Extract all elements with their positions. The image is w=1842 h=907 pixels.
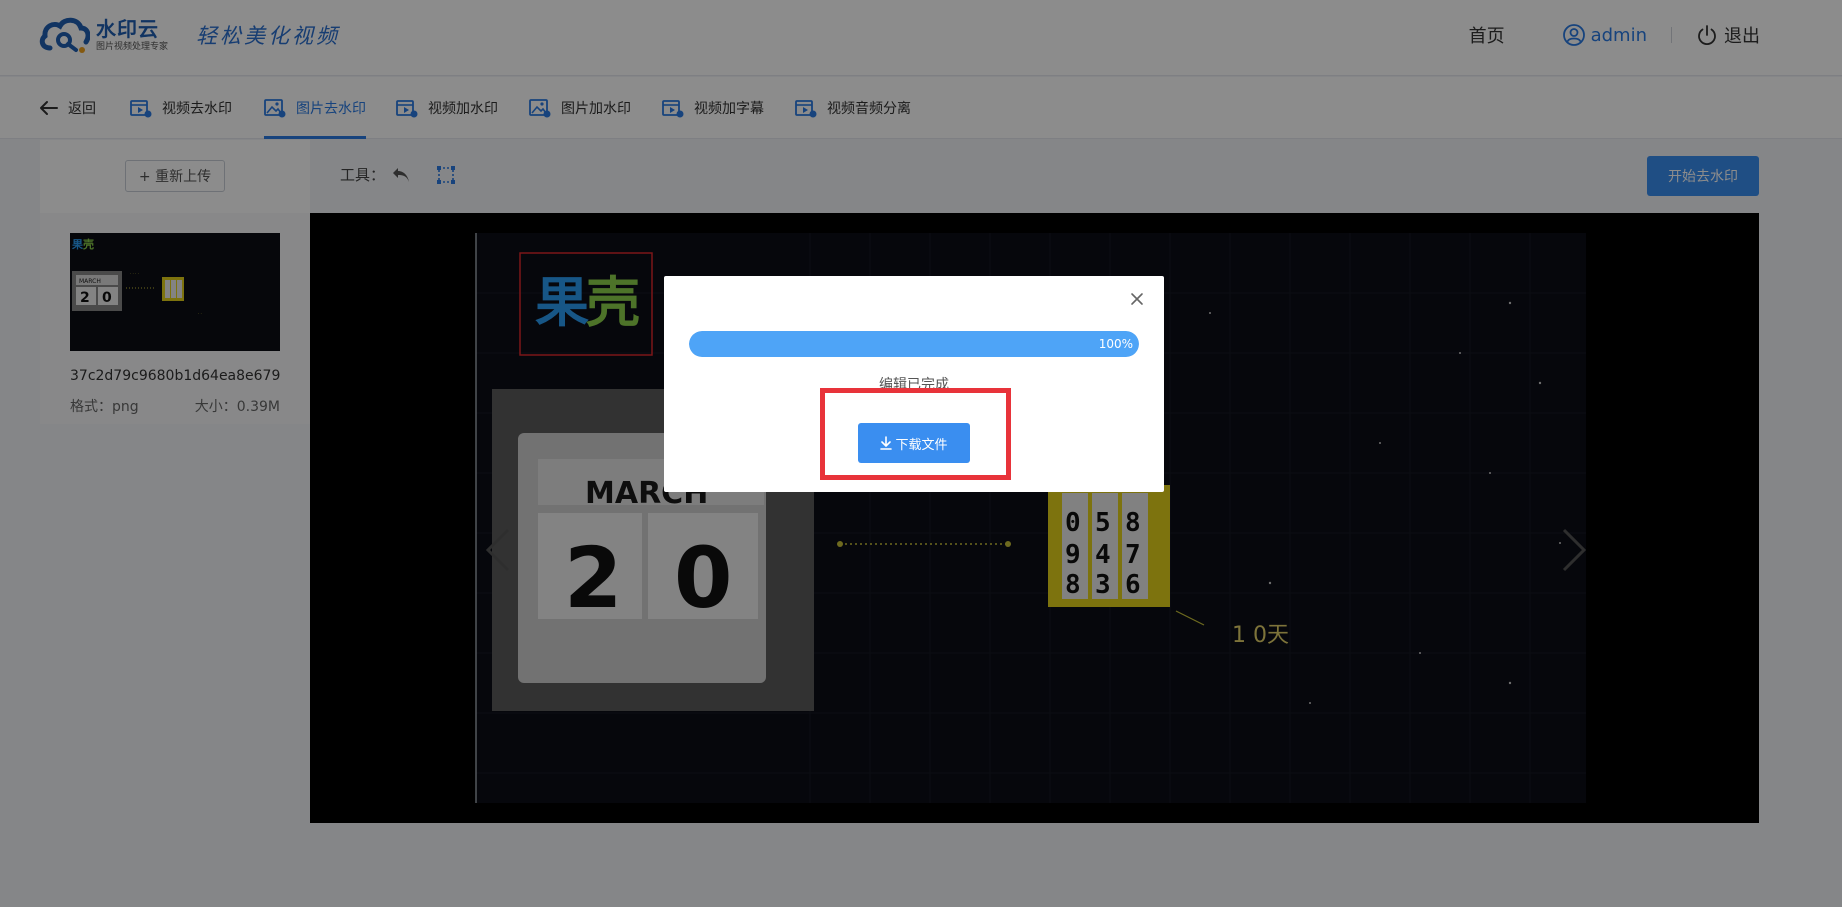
close-icon[interactable] <box>1130 292 1144 306</box>
progress-percent: 100% <box>1098 337 1133 351</box>
progress-bar: 100% <box>689 331 1139 357</box>
highlight-box <box>820 388 1011 480</box>
progress-fill: 100% <box>689 331 1139 357</box>
